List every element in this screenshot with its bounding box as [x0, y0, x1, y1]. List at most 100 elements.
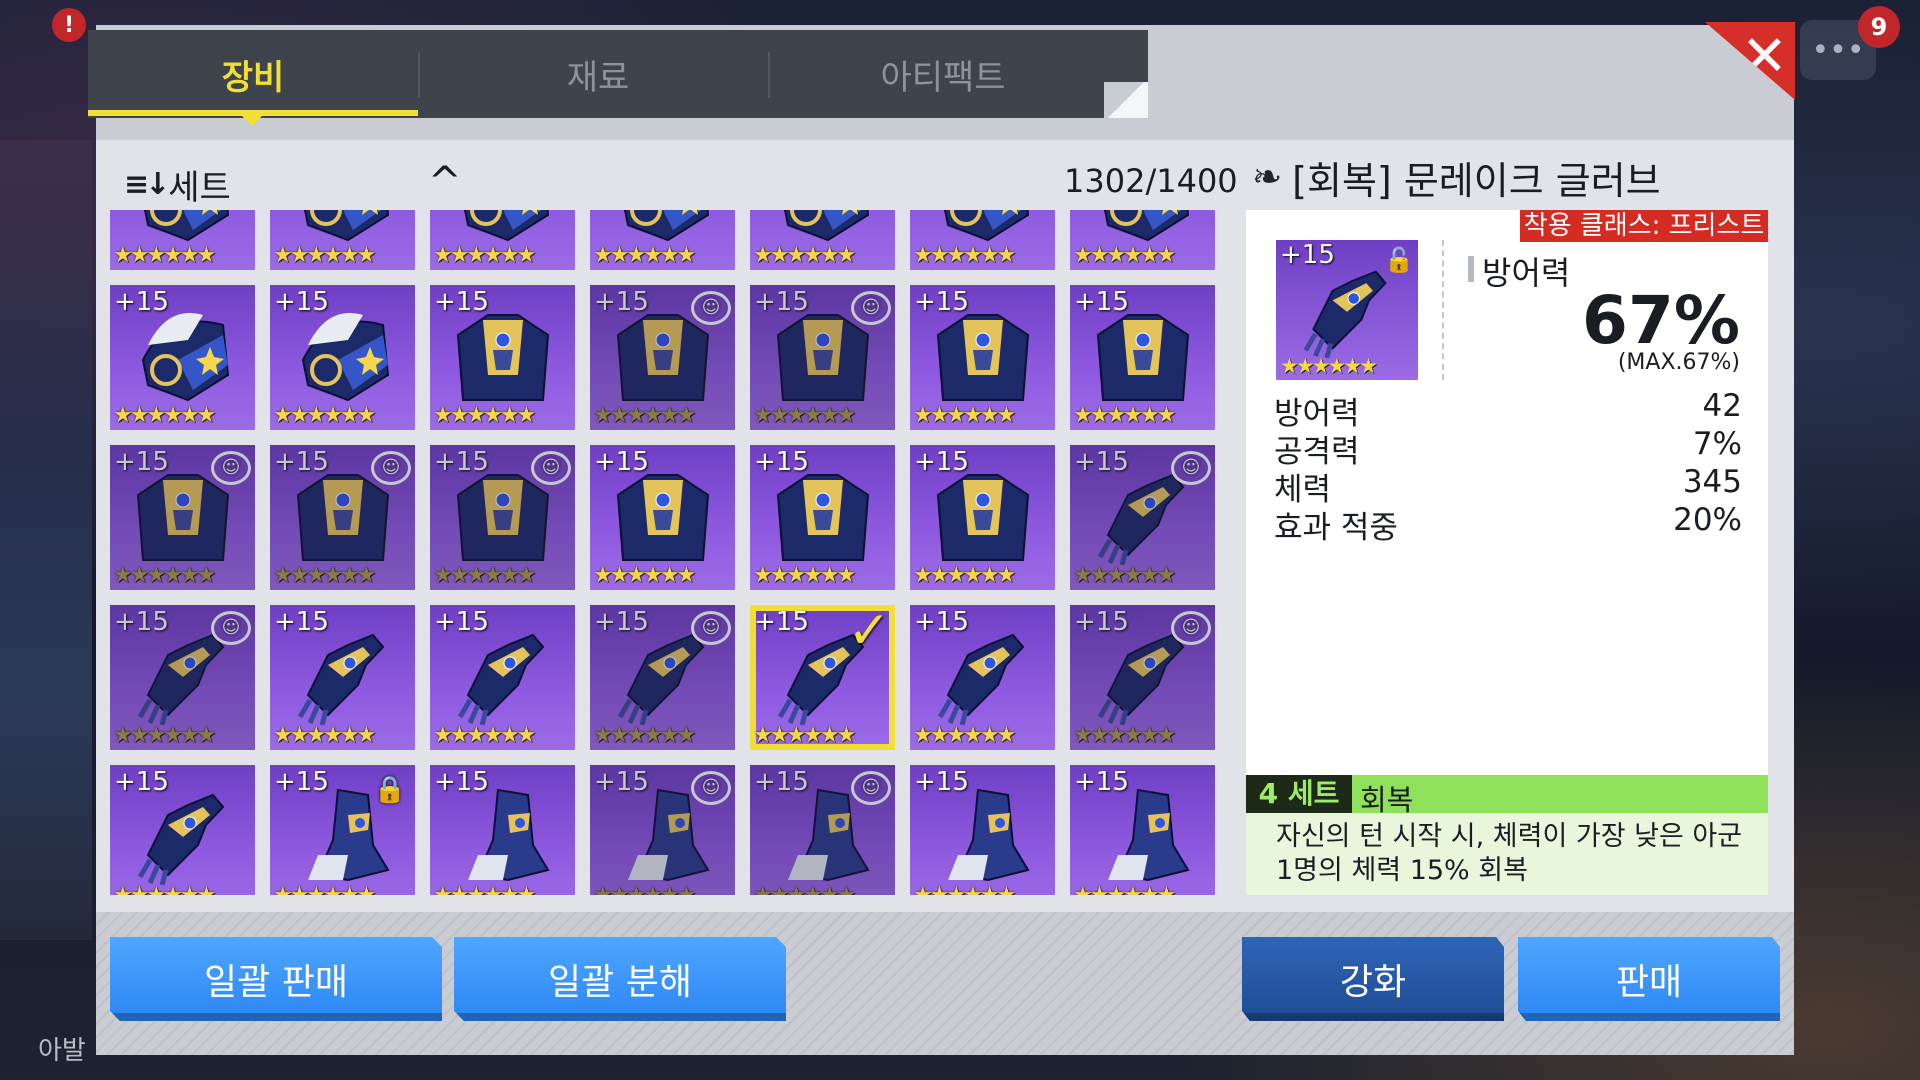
- item-thumbnail: +15 🔓 ★★★★★★: [1276, 240, 1418, 380]
- glove-icon: [617, 633, 705, 725]
- item-level: +15: [754, 767, 809, 797]
- substat-label: 효과 적중: [1274, 510, 1398, 546]
- item-level: +15: [594, 607, 649, 637]
- equipped-hero-icon: ☺: [211, 451, 251, 485]
- item-stars: ★★★★★★: [113, 883, 216, 895]
- main-stat-label: 방어력: [1482, 254, 1571, 292]
- equipment-slot[interactable]: +15 ★★★★★★: [430, 285, 575, 430]
- item-stars: ★★★★★★: [273, 403, 376, 428]
- tab-equipment[interactable]: 장비: [88, 30, 418, 118]
- item-level: +15: [914, 287, 969, 317]
- equipment-slot[interactable]: +15 ★★★★★★: [750, 445, 895, 590]
- equipment-slot[interactable]: ★★★★★★: [430, 210, 575, 270]
- equipment-slot[interactable]: +15 ★★★★★★: [1070, 285, 1215, 430]
- boots-icon: [468, 788, 550, 882]
- equipment-slot[interactable]: +15 ☺ ★★★★★★: [750, 285, 895, 430]
- item-level: +15: [274, 767, 329, 797]
- set-description: 자신의 턴 시작 시, 체력이 가장 낮은 아군 1명의 체력 15% 회복: [1276, 821, 1743, 886]
- item-stars: ★★★★★★: [913, 723, 1016, 748]
- item-stars: ★★★★★★: [113, 723, 216, 748]
- item-level: +15: [914, 607, 969, 637]
- equipment-slot[interactable]: +15 ★★★★★★: [270, 285, 415, 430]
- equipment-slot[interactable]: +15 ☺ ★★★★★★: [1070, 605, 1215, 750]
- tab-artifacts[interactable]: 아티팩트: [778, 30, 1108, 118]
- equipment-slot[interactable]: +15 ☺ ★★★★★★: [1070, 445, 1215, 590]
- enhance-button[interactable]: 강화: [1242, 937, 1504, 1021]
- equipment-slot[interactable]: +15 ★★★★★★: [270, 605, 415, 750]
- item-level: +15: [434, 287, 489, 317]
- substat-value: 20%: [1673, 502, 1742, 538]
- item-level: +15: [434, 447, 489, 477]
- armor-icon: [776, 314, 870, 401]
- equipment-slot[interactable]: +15 ✓ ★★★★★★: [750, 601, 895, 750]
- equipment-slot[interactable]: +15 ☺ ★★★★★★: [590, 285, 735, 430]
- equipment-slot[interactable]: +15 ★★★★★★: [590, 445, 735, 590]
- equipment-slot[interactable]: +15 🔒 ★★★★★★: [270, 765, 415, 895]
- equipment-slot[interactable]: +15 ☺ ★★★★★★: [590, 605, 735, 750]
- item-stars: ★★★★★★: [913, 403, 1016, 428]
- helmet-icon: [301, 313, 390, 402]
- equipment-slot[interactable]: +15 ★★★★★★: [430, 765, 575, 895]
- item-stars: ★★★★★★: [433, 563, 536, 588]
- equipped-hero-icon: ☺: [531, 451, 571, 485]
- helmet-icon: [143, 210, 230, 242]
- equipment-slot[interactable]: +15 ★★★★★★: [1070, 765, 1215, 895]
- item-stars: ★★★★★★: [1073, 243, 1176, 268]
- tab-materials[interactable]: 재료: [433, 30, 763, 118]
- equipment-slot[interactable]: ★★★★★★: [590, 210, 735, 270]
- glove-icon: [457, 633, 545, 725]
- helmet-icon: [1103, 210, 1190, 242]
- equipment-slot[interactable]: +15 ★★★★★★: [110, 765, 255, 895]
- boots-icon: [628, 788, 710, 882]
- equipment-slot[interactable]: +15 ★★★★★★: [430, 605, 575, 750]
- glove-icon: [297, 633, 385, 725]
- bulk-dismantle-button[interactable]: 일괄 분해: [454, 937, 786, 1021]
- equipment-slot[interactable]: ★★★★★★: [1070, 210, 1215, 270]
- armor-icon: [456, 314, 550, 401]
- item-stars: ★★★★★★: [273, 243, 376, 268]
- tab-bar: 장비 재료 아티팩트: [88, 30, 1148, 118]
- equipped-hero-icon: ☺: [1171, 611, 1211, 645]
- item-stars: ★★★★★★: [273, 563, 376, 588]
- item-stars: ★★★★★★: [913, 243, 1016, 268]
- item-stars: ★★★★★★: [753, 563, 856, 588]
- glove-icon: [137, 793, 225, 885]
- inventory-count: 1302/1400: [1064, 162, 1238, 200]
- substat-list: 방어력 42 공격력 7% 체력 345 효과 적중 20%: [1274, 388, 1742, 546]
- bulk-sell-button[interactable]: 일괄 판매: [110, 937, 442, 1021]
- equipment-slot[interactable]: ★★★★★★: [750, 210, 895, 270]
- sell-button[interactable]: 판매: [1518, 937, 1780, 1021]
- unlock-icon[interactable]: 🔓: [1384, 246, 1414, 274]
- sort-icon: ≡↓: [124, 167, 170, 202]
- background-text: 아발: [38, 1036, 86, 1066]
- equipment-slot[interactable]: +15 ☺ ★★★★★★: [750, 765, 895, 895]
- sort-control[interactable]: ≡↓ 세트: [124, 160, 231, 209]
- substat-label: 방어력: [1274, 396, 1360, 432]
- equipment-slot[interactable]: +15 ☺ ★★★★★★: [110, 605, 255, 750]
- set-count-badge: 4 세트: [1246, 775, 1352, 813]
- equipment-slot[interactable]: ★★★★★★: [270, 210, 415, 270]
- item-level: +15: [274, 607, 329, 637]
- armor-icon: [616, 474, 710, 561]
- equipment-slot[interactable]: ★★★★★★: [910, 210, 1055, 270]
- equipment-slot[interactable]: +15 ☺ ★★★★★★: [270, 445, 415, 590]
- equipment-slot[interactable]: +15 ☺ ★★★★★★: [590, 765, 735, 895]
- armor-icon: [1096, 314, 1190, 401]
- item-stars: ★★★★★★: [1073, 563, 1176, 588]
- substat-label: 공격력: [1274, 434, 1360, 470]
- equipment-slot[interactable]: +15 ★★★★★★: [910, 445, 1055, 590]
- armor-icon: [776, 474, 870, 561]
- equipment-slot[interactable]: +15 ★★★★★★: [910, 765, 1055, 895]
- armor-icon: [136, 474, 230, 561]
- equipment-slot[interactable]: +15 ★★★★★★: [910, 285, 1055, 430]
- item-stars: ★★★★★★: [433, 723, 536, 748]
- sort-order-up-icon[interactable]: ^: [428, 162, 468, 202]
- divider: [1442, 240, 1444, 380]
- equipment-slot[interactable]: +15 ★★★★★★: [910, 605, 1055, 750]
- equipment-slot[interactable]: +15 ☺ ★★★★★★: [430, 445, 575, 590]
- equipment-slot[interactable]: ★★★★★★: [110, 210, 255, 270]
- equipment-slot[interactable]: +15 ☺ ★★★★★★: [110, 445, 255, 590]
- item-stars: ★★★★★★: [593, 723, 696, 748]
- boots-icon: [788, 788, 870, 882]
- equipment-slot[interactable]: +15 ★★★★★★: [110, 285, 255, 430]
